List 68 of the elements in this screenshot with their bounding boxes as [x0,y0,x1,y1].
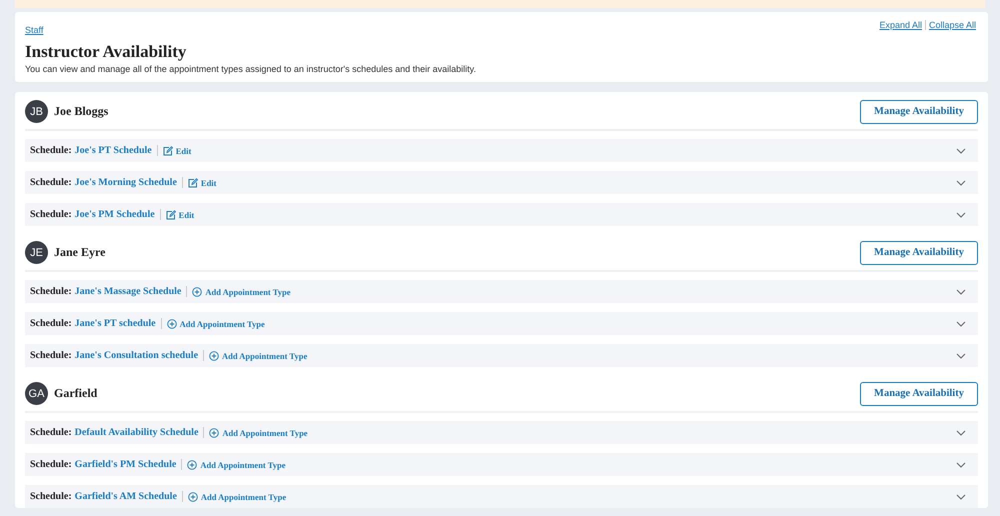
schedule-label: Schedule: [30,209,72,220]
avatar: JE [25,241,48,264]
plus-circle-icon [187,460,198,470]
schedule-label: Schedule: [30,350,72,361]
instructor-name: Joe Bloggs [54,104,108,119]
schedule-row[interactable]: Schedule: Jane's Consultation schedule Add Appointment Type [25,344,978,367]
edit-link[interactable]: Edit [176,146,192,156]
schedule-row[interactable]: Schedule: Joe's PM Schedule Edit [25,203,978,226]
toggle-link[interactable]: Expand All [876,20,925,30]
schedule-label: Schedule: [30,491,72,502]
chevron-down-icon[interactable] [956,352,966,358]
chevron-down-icon[interactable] [956,430,966,436]
schedule-row[interactable]: Schedule: Jane's PT schedule Add Appointment Type [25,312,978,335]
schedule-label: Schedule: [30,286,72,297]
add-link[interactable]: Add Appointment Type [205,286,291,296]
breadcrumb-link[interactable]: Staff [25,25,44,35]
schedule-link[interactable]: Jane's Massage Schedule [74,286,188,297]
plus-circle-icon [192,286,202,296]
page-description: You can view and manage all of the appointment types assigned to an instructor's schedules and their availability. [25,64,476,74]
schedule-label: Schedule: [30,145,72,156]
schedule-label: Schedule: [30,318,72,329]
chevron-down-icon[interactable] [956,212,966,218]
instructor-name: Garfield [54,386,98,401]
edit-link[interactable]: Edit [178,210,194,220]
chevron-down-icon[interactable] [956,148,966,154]
chevron-down-icon[interactable] [956,320,966,326]
edit-icon [162,146,173,156]
schedule-row[interactable]: Schedule: Jane's Massage Schedule Add Appointment Type [25,280,978,303]
avatar: JB [25,100,48,123]
manage-availability-button[interactable]: Manage Availability [860,382,978,406]
chevron-down-icon[interactable] [956,180,966,186]
avatar: GA [25,382,48,405]
plus-circle-icon [209,428,220,438]
schedule-row[interactable]: Schedule: Garfield's PM Schedule Add Appointment Type [25,453,978,476]
schedule-row[interactable]: Schedule: Garfield's AM Schedule Add Appointment Type [25,485,978,508]
edit-icon [166,210,176,220]
schedule-link[interactable]: Jane's PT schedule [74,318,162,329]
schedule-link[interactable]: Joe's PT Schedule [74,145,158,156]
add-link[interactable]: Add Appointment Type [222,350,308,360]
schedule-link[interactable]: Jane's Consultation schedule [74,350,204,361]
plus-circle-icon [166,318,177,328]
add-link[interactable]: Add Appointment Type [222,428,308,438]
add-link[interactable]: Add Appointment Type [200,492,286,502]
schedule-row[interactable]: Schedule: Joe's PT Schedule Edit [25,139,978,162]
add-link[interactable]: Add Appointment Type [200,460,286,470]
plus-circle-icon [209,350,220,360]
schedule-row[interactable]: Schedule: Default Availability Schedule Add Appointment Type [25,421,978,444]
schedule-link[interactable]: Default Availability Schedule [74,427,204,438]
schedule-link[interactable]: Garfield's PM Schedule [74,459,182,470]
schedule-link[interactable]: Joe's PM Schedule [74,209,161,220]
schedule-label: Schedule: [30,427,72,438]
manage-availability-button[interactable]: Manage Availability [860,240,978,264]
manage-availability-button[interactable]: Manage Availability [860,100,978,124]
toggle-link[interactable]: Collapse All [924,20,979,30]
schedule-link[interactable]: Joe's Morning Schedule [74,177,183,188]
schedule-row[interactable]: Schedule: Joe's Morning Schedule Edit [25,171,978,194]
chevron-down-icon[interactable] [956,494,966,500]
edit-link[interactable]: Edit [200,178,216,188]
page-title: Instructor Availability [25,42,188,62]
schedule-link[interactable]: Garfield's AM Schedule [74,491,183,502]
edit-icon [188,178,198,188]
schedule-label: Schedule: [30,177,72,188]
chevron-down-icon[interactable] [956,288,966,294]
schedule-label: Schedule: [30,459,72,470]
chevron-down-icon[interactable] [956,462,966,468]
plus-circle-icon [188,492,198,502]
add-link[interactable]: Add Appointment Type [180,318,265,328]
instructor-name: Jane Eyre [54,245,106,260]
